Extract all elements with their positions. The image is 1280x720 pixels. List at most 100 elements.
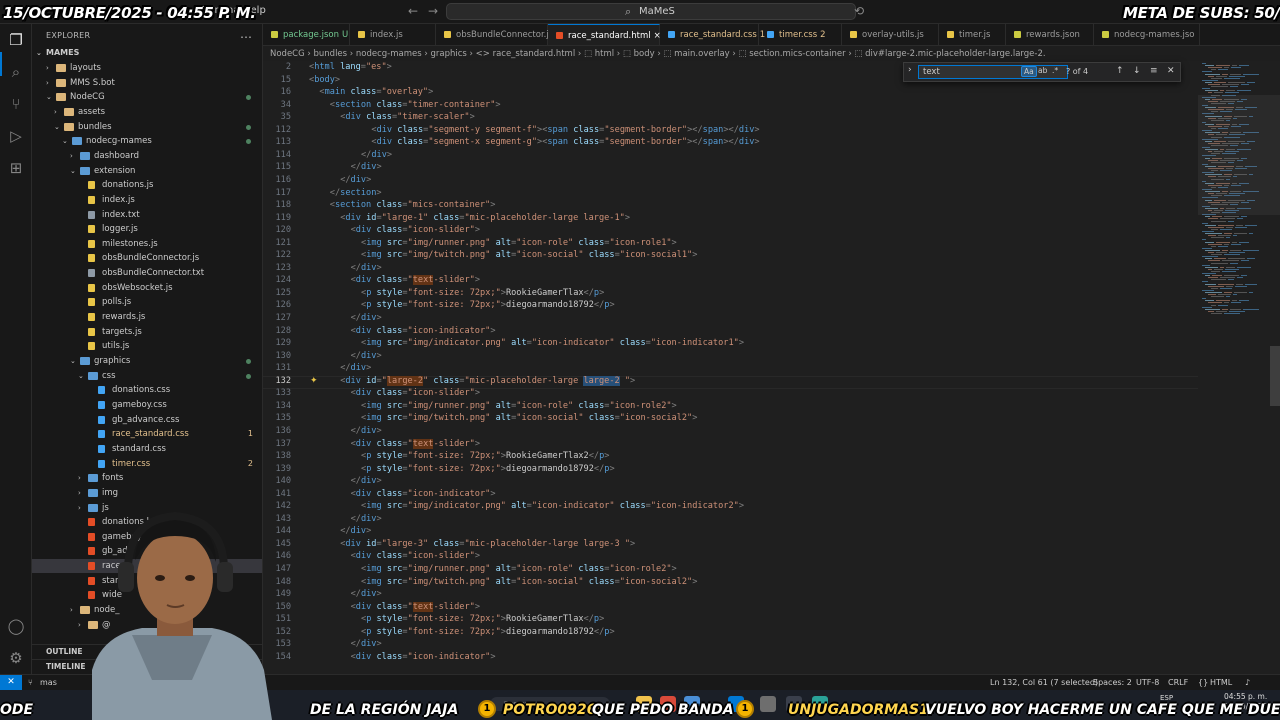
find-in-selection-icon[interactable]: ≡ [1150,66,1158,76]
tab-nodecg-mames-jso[interactable]: nodecg-mames.jso [1094,24,1200,45]
tree-item[interactable]: ⌄ nodecg-mames [32,134,262,148]
minimap-line [1216,75,1227,77]
tree-item[interactable]: › fonts [32,471,262,485]
previous-match-icon[interactable]: ↑ [1116,66,1124,76]
tree-item[interactable]: › MMS S.bot [32,76,262,90]
tree-item-label: standard.css [112,443,166,454]
tree-item[interactable]: targets.js [32,325,262,339]
extensions-icon[interactable]: ⊞ [6,158,26,178]
tree-item[interactable]: › assets [32,105,262,119]
language-mode[interactable]: HTML [1210,678,1232,687]
tree-item[interactable]: milestones.js [32,237,262,251]
scrollbar-thumb[interactable] [1270,346,1280,406]
code-token: class [392,124,424,135]
match-word-toggle[interactable]: ab [1036,66,1049,75]
code-token: class [428,375,460,386]
tab-obsbundleconnector-js[interactable]: obsBundleConnector.js [436,24,553,45]
tab-overlay-utils-js[interactable]: overlay-utils.js [842,24,939,45]
next-match-icon[interactable]: ↓ [1133,66,1141,76]
code-token: section [334,99,372,110]
minimap-line [1218,283,1234,285]
tree-item[interactable]: ⌄ css [32,369,262,383]
tree-item[interactable]: ⌄ graphics [32,354,262,368]
code-token: "icon-social2" [619,413,693,424]
forward-arrow-icon[interactable]: → [428,4,438,18]
code-editor[interactable]: 2 <html lang="es"> 15 <body> 16 <main class="… [263,61,1198,674]
minimap-line [1220,218,1235,220]
regex-toggle[interactable]: .* [1050,66,1060,75]
toggle-replace-icon[interactable]: › [908,65,912,75]
tree-item[interactable]: utils.js [32,339,262,353]
breadcrumb[interactable]: NodeCG › bundles › nodecg-mames › graphi… [270,47,1046,61]
tree-item[interactable]: gb_advance.css [32,413,262,427]
minimap-line [1211,86,1228,88]
copilot-icon[interactable]: ⟲ [854,4,864,18]
tab-package-json[interactable]: package.json U [263,24,350,45]
explorer-header: EXPLORER [46,31,91,40]
tab-rewards-json[interactable]: rewards.json [1006,24,1094,45]
minimap-line [1216,252,1227,253]
tab-race-standard-html[interactable]: race_standard.html × [548,24,661,45]
code-line: <div class="icon-slider"> [351,551,480,561]
close-find-icon[interactable]: ✕ [1167,66,1175,76]
tab-index-js[interactable]: index.js [350,24,436,45]
tab-timer-js[interactable]: timer.js [939,24,1006,45]
more-actions-icon[interactable]: … [240,27,252,41]
tree-item[interactable]: ⌄ extension [32,164,262,178]
minimap[interactable] [1198,61,1280,674]
minimap-viewport[interactable] [1198,95,1280,215]
remote-indicator-icon[interactable]: ✕ [0,675,22,691]
minimap-line [1229,310,1245,312]
source-control-icon[interactable]: ⑂ [6,94,26,114]
tree-item[interactable]: race_standard.css 1 [32,427,262,441]
tree-item[interactable]: polls.js [32,295,262,309]
code-token: </ [350,589,361,600]
file-type-icon [444,31,451,38]
back-arrow-icon[interactable]: ← [408,4,418,18]
tree-item[interactable]: timer.css 2 [32,457,262,471]
account-icon[interactable]: ◯ [6,616,26,636]
tab-timer-css[interactable]: timer.css 2 [759,24,842,45]
explorer-icon[interactable]: ❐ [6,30,26,50]
lightbulb-icon[interactable]: ✦ [310,376,318,386]
tree-item[interactable]: obsBundleConnector.js [32,251,262,265]
minimap-line [1225,92,1239,94]
tree-item[interactable]: index.js [32,193,262,207]
tree-item[interactable]: index.txt [32,208,262,222]
encoding[interactable]: UTF-8 [1136,678,1159,687]
indentation[interactable]: Spaces: 2 [1093,678,1132,687]
tree-item[interactable]: ⌄ NodeCG [32,90,262,104]
search-icon[interactable]: ⌕ [6,62,26,82]
tree-item[interactable]: › layouts [32,61,262,75]
minimap-line [1224,312,1240,314]
tree-item[interactable]: gameboy.css [32,398,262,412]
overlay-subs-goal: META DE SUBS: 50/51 [1123,4,1280,22]
command-center-search[interactable]: ⌕ MaMeS [446,3,856,20]
tree-item[interactable]: donations.css [32,383,262,397]
run-debug-icon[interactable]: ▷ [6,126,26,146]
tree-item[interactable]: › img [32,486,262,500]
minimap-line [1228,258,1245,260]
tree-item[interactable]: obsBundleConnector.txt [32,266,262,280]
code-token: </ [350,313,361,323]
js-file-icon [88,254,95,263]
settings-gear-icon[interactable]: ⚙ [6,648,26,668]
line-ending[interactable]: CRLF [1168,678,1188,687]
code-token: "mic-placeholder-large large-3 " [464,538,631,549]
workspace-root[interactable]: ⌄ MAMES [32,46,262,60]
code-token: "img/runner.png" [407,400,491,411]
tree-item[interactable]: › dashboard [32,149,262,163]
tree-item[interactable]: donations.js [32,178,262,192]
notifications-bell-icon[interactable]: ♪ [1245,678,1250,687]
minimap-line [1202,298,1206,300]
tree-item[interactable]: logger.js [32,222,262,236]
tree-item[interactable]: standard.css [32,442,262,456]
match-case-toggle[interactable]: Aa [1021,66,1037,77]
tree-item-label: img [102,487,119,498]
tree-item[interactable]: rewards.js [32,310,262,324]
tree-item[interactable]: obsWebsocket.js [32,281,262,295]
tree-item[interactable]: ⌄ bundles [32,120,262,134]
code-token: class [428,538,460,549]
cursor-position[interactable]: Ln 132, Col 61 (7 selected) [990,678,1098,687]
tab-race-standard-css[interactable]: race_standard.css 1 [660,24,765,45]
